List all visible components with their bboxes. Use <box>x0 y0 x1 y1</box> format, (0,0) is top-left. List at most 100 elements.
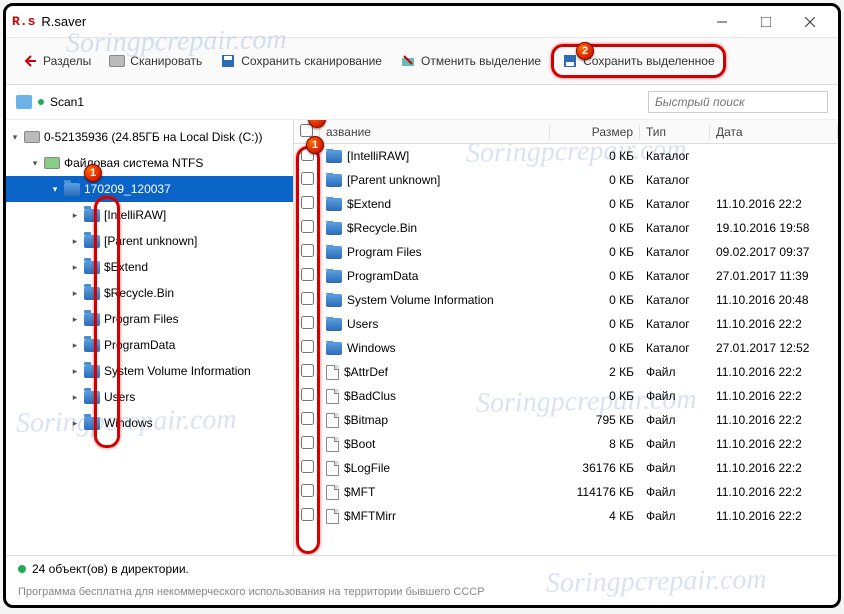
row-date: 27.01.2017 12:52 <box>710 341 838 355</box>
search-input[interactable] <box>648 91 828 113</box>
list-row[interactable]: [IntelliRAW]0 КБКаталог <box>294 144 838 168</box>
file-icon <box>326 461 339 476</box>
expand-icon[interactable]: ▸ <box>70 314 80 325</box>
maximize-button[interactable] <box>744 8 788 36</box>
search-box[interactable] <box>648 91 828 113</box>
row-checkbox[interactable] <box>301 316 314 329</box>
expand-icon[interactable]: ▸ <box>70 392 80 403</box>
collapse-icon[interactable]: ▾ <box>50 184 60 195</box>
breadcrumb-scan[interactable]: Scan1 <box>50 95 84 109</box>
row-checkbox[interactable] <box>301 412 314 425</box>
folder-icon <box>326 270 342 283</box>
row-checkbox[interactable] <box>301 292 314 305</box>
row-name: ProgramData <box>347 269 418 283</box>
folder-icon <box>326 246 342 259</box>
expand-icon[interactable]: ▸ <box>70 236 80 247</box>
row-size: 0 КБ <box>550 293 640 307</box>
expand-icon[interactable]: ▸ <box>70 210 80 221</box>
list-row[interactable]: $MFT114176 КБФайл11.10.2016 22:2 <box>294 480 838 504</box>
row-date: 11.10.2016 22:2 <box>710 509 838 523</box>
header-type[interactable]: Тип <box>640 125 710 139</box>
collapse-icon[interactable]: ▾ <box>10 132 20 143</box>
collapse-icon[interactable]: ▾ <box>30 158 40 169</box>
list-row[interactable]: Windows0 КБКаталог27.01.2017 12:52 <box>294 336 838 360</box>
expand-icon[interactable]: ▸ <box>70 288 80 299</box>
tree-item[interactable]: ▸[Parent unknown] <box>6 228 293 254</box>
list-row[interactable]: Program Files0 КБКаталог09.02.2017 09:37 <box>294 240 838 264</box>
tree-item[interactable]: ▸$Recycle.Bin <box>6 280 293 306</box>
row-checkbox[interactable] <box>301 388 314 401</box>
tree-item-label: Users <box>104 390 135 404</box>
row-checkbox[interactable] <box>301 220 314 233</box>
row-checkbox[interactable] <box>301 364 314 377</box>
minimize-button[interactable] <box>700 8 744 36</box>
status-text: 24 объект(ов) в директории. <box>32 562 189 576</box>
file-list-panel: азвание Размер Тип Дата [IntelliRAW]0 КБ… <box>294 120 838 555</box>
list-row[interactable]: System Volume Information0 КБКаталог11.1… <box>294 288 838 312</box>
folder-icon <box>84 365 100 378</box>
list-row[interactable]: [Parent unknown]0 КБКаталог <box>294 168 838 192</box>
row-checkbox[interactable] <box>301 172 314 185</box>
row-size: 0 КБ <box>550 173 640 187</box>
list-row[interactable]: Users0 КБКаталог11.10.2016 22:2 <box>294 312 838 336</box>
tree-item[interactable]: ▸Program Files <box>6 306 293 332</box>
save-scan-button[interactable]: Сохранить сканирование <box>212 49 390 73</box>
tree-item[interactable]: ▸ ProgramData <box>6 332 293 358</box>
tree-session[interactable]: ▾ 170209_120037 <box>6 176 293 202</box>
row-size: 8 КБ <box>550 437 640 451</box>
scan-button[interactable]: Сканировать <box>101 49 210 73</box>
list-header: азвание Размер Тип Дата <box>294 120 838 144</box>
row-name: $MFT <box>344 485 375 499</box>
tree-item[interactable]: ▸$Extend <box>6 254 293 280</box>
folder-icon <box>64 183 80 196</box>
tree-item[interactable]: ▸[IntelliRAW] <box>6 202 293 228</box>
header-size[interactable]: Размер <box>550 125 640 139</box>
header-date[interactable]: Дата <box>710 125 838 139</box>
row-checkbox[interactable] <box>301 508 314 521</box>
file-icon <box>326 485 339 500</box>
tree-item-label: ProgramData <box>104 338 175 352</box>
row-checkbox[interactable] <box>301 196 314 209</box>
list-row[interactable]: $AttrDef2 КБФайл11.10.2016 22:2 <box>294 360 838 384</box>
row-date: 19.10.2016 19:58 <box>710 221 838 235</box>
list-row[interactable]: $Boot8 КБФайл11.10.2016 22:2 <box>294 432 838 456</box>
expand-icon[interactable]: ▸ <box>70 366 80 377</box>
save-scan-label: Сохранить сканирование <box>241 54 382 68</box>
row-type: Каталог <box>640 173 710 187</box>
list-row[interactable]: ProgramData0 КБКаталог27.01.2017 11:39 <box>294 264 838 288</box>
tree-item[interactable]: ▸System Volume Information <box>6 358 293 384</box>
folder-icon <box>84 235 100 248</box>
tree-item[interactable]: ▸ Users <box>6 384 293 410</box>
annotation-badge-1b: 1 <box>306 136 324 154</box>
row-checkbox[interactable] <box>301 484 314 497</box>
row-checkbox[interactable] <box>301 244 314 257</box>
row-type: Каталог <box>640 221 710 235</box>
cancel-selection-button[interactable]: Отменить выделение <box>392 49 549 73</box>
list-row[interactable]: $BadClus0 КБФайл11.10.2016 22:2 <box>294 384 838 408</box>
row-checkbox[interactable] <box>301 340 314 353</box>
row-checkbox[interactable] <box>301 268 314 281</box>
list-row[interactable]: $MFTMirr4 КБФайл11.10.2016 22:2 <box>294 504 838 528</box>
list-row[interactable]: $Bitmap795 КБФайл11.10.2016 22:2 <box>294 408 838 432</box>
back-button[interactable]: Разделы <box>14 49 99 73</box>
expand-icon[interactable]: ▸ <box>70 262 80 273</box>
folder-icon <box>326 198 342 211</box>
row-date: 27.01.2017 11:39 <box>710 269 838 283</box>
save-selection-label: Сохранить выделенное <box>583 54 715 68</box>
header-name[interactable]: азвание <box>320 125 550 139</box>
row-size: 4 КБ <box>550 509 640 523</box>
app-logo: R.s <box>12 14 35 29</box>
list-row[interactable]: $LogFile36176 КБФайл11.10.2016 22:2 <box>294 456 838 480</box>
list-row[interactable]: $Extend0 КБКаталог11.10.2016 22:2 <box>294 192 838 216</box>
expand-icon[interactable]: ▸ <box>70 418 80 429</box>
row-type: Каталог <box>640 293 710 307</box>
expand-icon[interactable]: ▸ <box>70 340 80 351</box>
close-button[interactable] <box>788 8 832 36</box>
tree-root[interactable]: ▾ 0-52135936 (24.85ГБ на Local Disk (C:)… <box>6 124 293 150</box>
tree-fs[interactable]: ▾ Файловая система NTFS <box>6 150 293 176</box>
list-row[interactable]: $Recycle.Bin0 КБКаталог19.10.2016 19:58 <box>294 216 838 240</box>
tree-item[interactable]: ▸Windows <box>6 410 293 436</box>
row-checkbox[interactable] <box>301 436 314 449</box>
row-type: Каталог <box>640 317 710 331</box>
row-checkbox[interactable] <box>301 460 314 473</box>
